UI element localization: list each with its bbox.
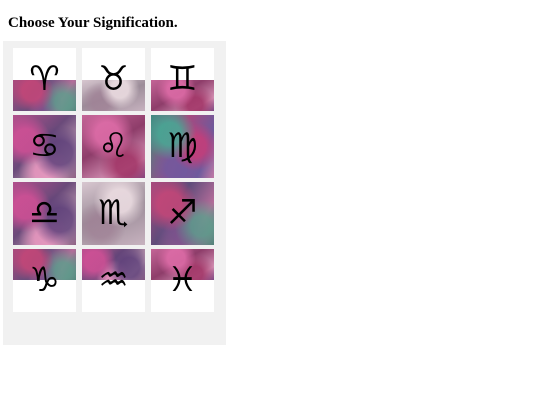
sign-tile-capricorn[interactable]: ♑ xyxy=(13,249,76,312)
page-title: Choose Your Signification. xyxy=(8,15,178,31)
libra-artwork xyxy=(13,182,76,245)
capricorn-artwork xyxy=(13,249,76,280)
sign-tile-virgo[interactable]: ♍ xyxy=(151,115,214,178)
sign-tile-sagittarius[interactable]: ♐ xyxy=(151,182,214,245)
taurus-artwork xyxy=(82,80,145,111)
scorpio-artwork xyxy=(82,182,145,245)
sign-tile-scorpio[interactable]: ♏ xyxy=(82,182,145,245)
sign-tile-aries[interactable]: ♈ xyxy=(13,48,76,111)
sign-tile-gemini[interactable]: ♊ xyxy=(151,48,214,111)
aquarius-artwork xyxy=(82,249,145,280)
cancer-artwork xyxy=(13,115,76,178)
sign-tile-cancer[interactable]: ♋ xyxy=(13,115,76,178)
pisces-artwork xyxy=(151,249,214,280)
virgo-artwork xyxy=(151,115,214,178)
sign-tile-libra[interactable]: ♎ xyxy=(13,182,76,245)
sagittarius-artwork xyxy=(151,182,214,245)
sign-tile-pisces[interactable]: ♓ xyxy=(151,249,214,312)
leo-artwork xyxy=(82,115,145,178)
aries-artwork xyxy=(13,80,76,111)
zodiac-panel: ♈ ♉ ♊ ♋ ♌ ♍ ♎ ♏ ♐ ♑ ♒ ♓ xyxy=(3,41,226,345)
sign-tile-taurus[interactable]: ♉ xyxy=(82,48,145,111)
sign-tile-leo[interactable]: ♌ xyxy=(82,115,145,178)
zodiac-grid: ♈ ♉ ♊ ♋ ♌ ♍ ♎ ♏ ♐ ♑ ♒ ♓ xyxy=(13,48,214,312)
gemini-artwork xyxy=(151,80,214,111)
sign-tile-aquarius[interactable]: ♒ xyxy=(82,249,145,312)
